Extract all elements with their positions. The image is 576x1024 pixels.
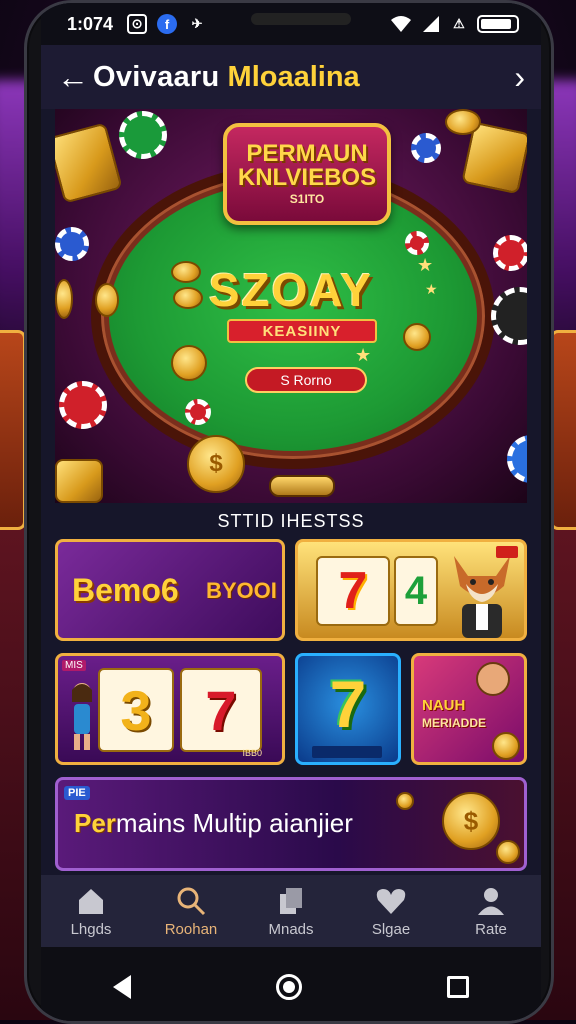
casino-chip <box>405 231 429 255</box>
hero-logo: PERMAUN KNLVIEBOS S1ITO <box>223 123 391 225</box>
hero-logo-line1: PERMAUN <box>246 140 368 167</box>
status-time: 1:074 <box>67 13 114 34</box>
nav-item-cards[interactable]: Mnads <box>246 885 336 938</box>
app-header: ← Ovivaaru Mloaalina › <box>41 45 541 109</box>
game-tile-meriadde[interactable]: NAUH MERIADDE <box>411 653 527 765</box>
background-slot-machine-left <box>0 330 26 530</box>
nav-label: Lhgds <box>70 920 112 938</box>
signal-icon <box>423 16 439 32</box>
nav-item-profile[interactable]: Rate <box>446 885 536 938</box>
system-recents-icon[interactable] <box>446 976 469 998</box>
gold-bar-decoration <box>55 459 103 503</box>
game-tile-subtitle: MERIADDE <box>422 716 487 730</box>
page-title: Ovivaaru <box>93 60 220 93</box>
game-tile-title-accent: Per <box>74 808 116 838</box>
character-icon <box>72 683 92 750</box>
profile-icon <box>475 885 507 917</box>
wifi-icon <box>391 16 411 32</box>
hero-banner[interactable]: $ ★ ★ ★ PERMAUN KNLVIEBOS S1ITO SZOAY KE… <box>55 109 527 503</box>
hero-ribbon: KEASIINY <box>227 319 377 343</box>
nav-label: Rate <box>475 920 507 938</box>
notification-icon: ⊙ <box>127 14 148 34</box>
gold-coin: $ <box>442 792 500 850</box>
section-title: STTID IHESTSS <box>217 511 365 531</box>
battery-icon <box>477 15 519 33</box>
game-tile-title: Bemo6 <box>72 572 179 608</box>
gold-coin <box>396 792 414 810</box>
character-avatar <box>476 662 510 696</box>
game-tile-footer: IBB0 <box>242 748 262 758</box>
casino-chip <box>507 435 527 483</box>
game-tile-bemo6[interactable]: Bemo6 BYOOI <box>55 539 285 641</box>
game-tile-title: NAUH <box>422 697 466 714</box>
page-title-accent: Mloaalina <box>227 60 360 93</box>
hero-play-button[interactable]: S Rorno <box>245 367 367 393</box>
table-chip-slot <box>269 475 335 497</box>
game-tile-title-rest: mains Multip aianjier <box>115 808 353 838</box>
status-bar: 1:074 ⊙ f ✈ ⚠ <box>41 3 541 45</box>
slot-reel: 4 <box>394 556 438 626</box>
hero-headline: SZOAY <box>208 264 374 316</box>
gold-coin <box>492 732 520 760</box>
nav-item-favorites[interactable]: Slgae <box>346 885 436 938</box>
system-navigation <box>41 947 541 1021</box>
status-system-icons: ⚠ <box>389 14 519 34</box>
casino-chip <box>119 111 167 159</box>
gold-coin: $ <box>187 435 245 493</box>
phone-notch <box>251 13 351 25</box>
lucky-seven-symbol: 7 <box>329 667 367 741</box>
gold-coin <box>496 840 520 864</box>
system-back-icon[interactable] <box>113 975 132 999</box>
status-notification-icons: ⊙ f ✈ <box>127 14 207 34</box>
game-tile-badge <box>496 546 518 558</box>
hero-logo-line3: S1ITO <box>289 192 325 206</box>
home-icon <box>75 885 107 917</box>
star-decoration: ★ <box>355 345 372 365</box>
facebook-icon: f <box>157 14 178 34</box>
system-home-icon[interactable] <box>275 974 302 1000</box>
back-arrow-icon[interactable]: ← <box>57 59 93 96</box>
phone-frame: 1:074 ⊙ f ✈ ⚠ ← Ovivaaru Mloaalina › $ ★… <box>24 0 554 1024</box>
casino-chip <box>59 381 107 429</box>
nav-item-search[interactable]: Roohan <box>146 885 236 938</box>
cast-icon: ✈ <box>191 16 203 31</box>
game-tile-multiplayer[interactable]: PIE Permains Multip aianjier $ <box>55 777 527 871</box>
game-tile-lucky-seven[interactable]: 7 <box>295 653 401 765</box>
slot-reel: 7 <box>180 668 262 752</box>
game-tile-classic-slots[interactable]: MIS 3 7 IBB0 <box>55 653 285 765</box>
nav-label: Roohan <box>164 920 218 938</box>
cards-icon <box>275 885 307 917</box>
phone-screen: 1:074 ⊙ f ✈ ⚠ ← Ovivaaru Mloaalina › $ ★… <box>41 3 541 1021</box>
casino-chip <box>411 133 441 163</box>
gold-coin <box>171 345 207 381</box>
gold-cup-decoration <box>55 122 123 204</box>
heart-icon <box>375 885 407 917</box>
gold-coin <box>445 109 481 135</box>
alert-icon: ⚠ <box>453 16 465 31</box>
fox-mascot-icon <box>454 556 510 638</box>
game-tile-badge: MIS <box>62 660 86 671</box>
nav-label: Slgae <box>371 920 411 938</box>
casino-chip <box>185 399 211 425</box>
gold-coin <box>403 323 431 351</box>
nav-label: Mnads <box>268 920 314 938</box>
slot-reel: 7 <box>316 556 390 626</box>
game-tile-subtitle: BYOOI <box>206 578 277 603</box>
game-tile-fox-slots[interactable]: 7 4 <box>295 539 527 641</box>
bottom-navigation: Lhgds Roohan Mnads Slgae Rate <box>41 875 541 947</box>
chevron-right-icon[interactable]: › <box>514 59 525 96</box>
slot-reel: 3 <box>98 668 174 752</box>
hero-logo-line2: KNLVIEBOS <box>237 164 377 191</box>
game-tile-badge: PIE <box>64 786 90 800</box>
game-tile-footer-bar <box>312 746 382 758</box>
game-tile-title: Permains Multip aianjier <box>74 808 353 839</box>
search-icon <box>175 885 207 917</box>
casino-chip <box>55 227 89 261</box>
nav-item-home[interactable]: Lhgds <box>46 885 136 938</box>
